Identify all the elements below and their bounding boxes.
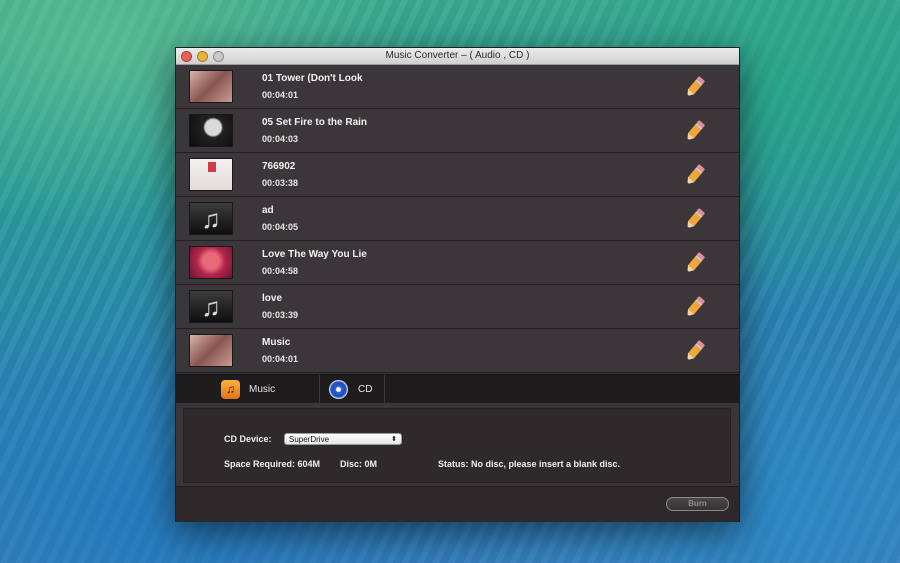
space-required-text: Space Required: 604M: [224, 459, 321, 469]
footer-bar: Burn: [176, 486, 739, 522]
track-row[interactable]: 01 Tower (Don't Look 00:04:01: [176, 65, 739, 109]
track-row[interactable]: ♫ love 00:03:39: [176, 285, 739, 329]
pencil-edit-icon[interactable]: [682, 294, 708, 320]
minimize-button[interactable]: [197, 51, 208, 62]
close-button[interactable]: [181, 51, 192, 62]
status-text: Status: No disc, please insert a blank d…: [438, 459, 621, 469]
window-title: Music Converter – ( Audio , CD ): [385, 50, 530, 61]
album-art: [189, 158, 233, 191]
tab-music-label: Music: [249, 383, 276, 395]
track-duration: 00:04:58: [262, 266, 299, 276]
track-row[interactable]: 766902 00:03:38: [176, 153, 739, 197]
track-duration: 00:04:01: [262, 354, 299, 364]
track-title: Love The Way You Lie: [262, 249, 367, 260]
track-title: 01 Tower (Don't Look: [262, 73, 363, 84]
music-app-icon: ♫: [221, 379, 240, 399]
track-duration: 00:04:05: [262, 222, 299, 232]
track-row[interactable]: Love The Way You Lie 00:04:58: [176, 241, 739, 285]
track-title: 766902: [262, 161, 296, 172]
track-duration: 00:03:39: [262, 310, 299, 320]
track-title: 05 Set Fire to the Rain: [262, 117, 368, 128]
music-note-icon: ♫: [189, 202, 233, 235]
music-converter-window: Music Converter – ( Audio , CD ) 01 Towe…: [175, 47, 740, 522]
tab-music[interactable]: ♫ Music: [221, 375, 275, 403]
track-duration: 00:03:38: [262, 178, 299, 188]
pencil-edit-icon[interactable]: [682, 162, 708, 188]
track-duration: 00:04:01: [262, 90, 299, 100]
track-title: ad: [262, 205, 274, 216]
tab-bar: ♫ Music CD: [176, 374, 739, 404]
cd-device-value: SuperDrive: [289, 435, 330, 444]
tab-cd-label: CD: [358, 383, 373, 395]
music-note-icon: ♫: [189, 290, 233, 323]
album-art: [189, 70, 233, 103]
album-art: [189, 334, 233, 367]
track-row[interactable]: Music 00:04:01: [176, 329, 739, 373]
cd-device-label: CD Device:: [224, 434, 272, 444]
cd-panel: CD Device: SuperDrive ⬍ Space Required: …: [176, 403, 739, 486]
window-controls: [181, 51, 224, 62]
track-row[interactable]: 05 Set Fire to the Rain 00:04:03: [176, 109, 739, 153]
tab-cd[interactable]: CD: [319, 375, 385, 403]
zoom-button[interactable]: [213, 51, 224, 62]
cd-icon: [329, 379, 348, 399]
track-row[interactable]: ♫ ad 00:04:05: [176, 197, 739, 241]
album-art: [189, 114, 233, 147]
title-bar[interactable]: Music Converter – ( Audio , CD ): [176, 48, 739, 65]
select-arrows-icon: ⬍: [391, 436, 397, 443]
track-list: 01 Tower (Don't Look 00:04:01 05 Set Fir…: [176, 65, 739, 374]
track-duration: 00:04:03: [262, 134, 299, 144]
pencil-edit-icon[interactable]: [682, 250, 708, 276]
track-title: Music: [262, 337, 291, 348]
cd-device-select[interactable]: SuperDrive ⬍: [284, 433, 402, 445]
cd-settings-box: CD Device: SuperDrive ⬍ Space Required: …: [183, 408, 731, 483]
disc-size-text: Disc: 0M: [340, 459, 378, 469]
pencil-edit-icon[interactable]: [682, 206, 708, 232]
pencil-edit-icon[interactable]: [682, 118, 708, 144]
album-art: [189, 246, 233, 279]
pencil-edit-icon[interactable]: [682, 74, 708, 100]
track-title: love: [262, 293, 283, 304]
burn-button[interactable]: Burn: [666, 497, 729, 511]
pencil-edit-icon[interactable]: [682, 338, 708, 364]
